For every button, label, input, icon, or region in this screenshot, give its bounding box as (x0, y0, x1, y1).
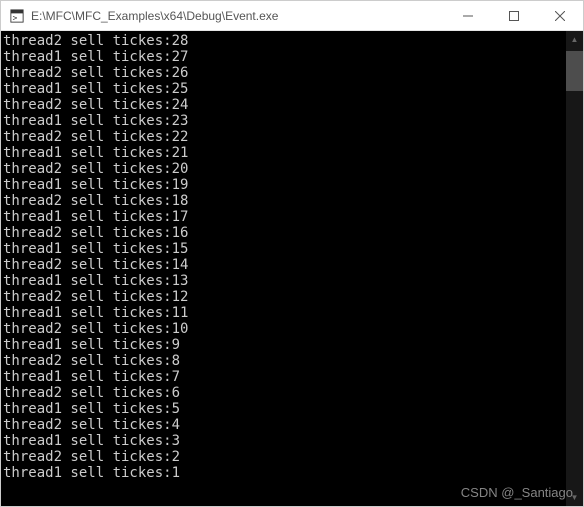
svg-text:>_: >_ (13, 13, 23, 22)
titlebar[interactable]: >_ E:\MFC\MFC_Examples\x64\Debug\Event.e… (1, 1, 583, 31)
window-title: E:\MFC\MFC_Examples\x64\Debug\Event.exe (31, 9, 445, 23)
minimize-button[interactable] (445, 1, 491, 31)
console-window: >_ E:\MFC\MFC_Examples\x64\Debug\Event.e… (0, 0, 584, 507)
watermark-text: CSDN @_Santiago (461, 485, 573, 500)
scroll-up-icon[interactable]: ▲ (566, 31, 583, 48)
scrollbar-thumb[interactable] (566, 51, 583, 91)
close-button[interactable] (537, 1, 583, 31)
console-output: thread2 sell tickes:28 thread1 sell tick… (1, 31, 583, 481)
vertical-scrollbar[interactable]: ▲ ▼ (566, 31, 583, 506)
app-icon: >_ (9, 8, 25, 24)
console-area[interactable]: thread2 sell tickes:28 thread1 sell tick… (1, 31, 583, 506)
maximize-button[interactable] (491, 1, 537, 31)
window-controls (445, 1, 583, 30)
